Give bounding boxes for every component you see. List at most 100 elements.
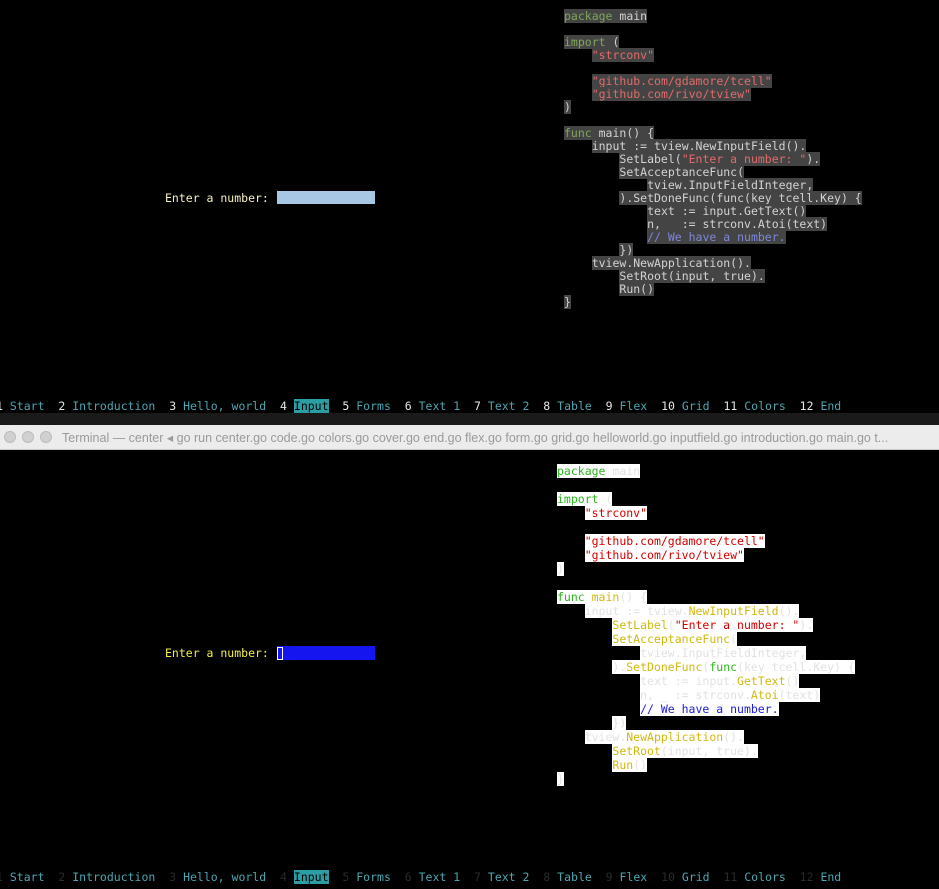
tab-number: 3 bbox=[169, 399, 177, 413]
tab-forms[interactable]: 5 Forms bbox=[342, 399, 391, 413]
code-line: ).SetDoneFunc(func(key tcell.Key) { bbox=[557, 660, 855, 674]
code-token: n, _ := strconv. bbox=[640, 688, 751, 702]
number-input-field[interactable] bbox=[277, 646, 375, 660]
tab-label: Input bbox=[293, 399, 329, 413]
code-token: import bbox=[564, 35, 606, 49]
code-token: ( bbox=[598, 492, 613, 506]
tab-table[interactable]: 8 Table bbox=[543, 399, 592, 413]
code-listing: package main import ( "strconv" "github.c… bbox=[564, 9, 862, 309]
code-line: import ( bbox=[557, 492, 855, 506]
tab-text-1[interactable]: 6 Text 1 bbox=[405, 870, 460, 884]
tab-number: 6 bbox=[404, 399, 412, 413]
code-line: SetLabel("Enter a number: "). bbox=[557, 618, 855, 632]
code-token: // We have a number. bbox=[647, 230, 786, 244]
tab-label: Hello, world bbox=[183, 399, 267, 413]
code-line: tview.NewApplication(). bbox=[557, 730, 855, 744]
code-token: ) bbox=[557, 562, 564, 576]
tab-label: Table bbox=[557, 399, 592, 413]
code-token: main bbox=[612, 9, 648, 23]
tab-start[interactable]: 1 Start bbox=[0, 399, 45, 413]
tab-grid[interactable]: 10 Grid bbox=[661, 870, 710, 884]
code-line: package main bbox=[557, 464, 855, 478]
code-line: // We have a number. bbox=[557, 702, 855, 716]
tab-colors[interactable]: 11 Colors bbox=[723, 870, 785, 884]
tab-input[interactable]: 4 Input bbox=[280, 399, 329, 413]
tab-end[interactable]: 12 End bbox=[800, 399, 842, 413]
pane-divider bbox=[0, 413, 939, 425]
code-line: "github.com/gdamore/tcell" bbox=[557, 534, 855, 548]
tab-introduction[interactable]: 2 Introduction bbox=[58, 399, 155, 413]
minimize-window-button[interactable] bbox=[22, 431, 34, 443]
tab-label: Text 1 bbox=[418, 870, 461, 884]
code-token: "github.com/rivo/tview" bbox=[591, 87, 751, 101]
tab-number: 4 bbox=[280, 870, 287, 884]
code-line: } bbox=[564, 295, 862, 309]
tab-input[interactable]: 4 Input bbox=[280, 870, 329, 884]
input-field-label: Enter a number: bbox=[165, 646, 276, 660]
tab-number: 10 bbox=[661, 870, 675, 884]
tab-label: Hello, world bbox=[183, 870, 267, 884]
code-token: () bbox=[785, 674, 800, 688]
presentation-pane-top: Enter a number: package main import ( "st… bbox=[0, 0, 939, 413]
code-line: "github.com/rivo/tview" bbox=[564, 87, 862, 101]
code-token: (). bbox=[778, 604, 800, 618]
tab-number: 2 bbox=[58, 399, 66, 413]
code-token: NewInputField bbox=[688, 604, 779, 618]
tab-end[interactable]: 12 End bbox=[800, 870, 842, 884]
slide-tab-bar: 1 Start 2 Introduction 3 Hello, world 4 … bbox=[0, 870, 841, 884]
close-window-button[interactable] bbox=[4, 431, 16, 443]
tab-grid[interactable]: 10 Grid bbox=[661, 399, 710, 413]
tab-label: Flex bbox=[619, 870, 648, 884]
tab-forms[interactable]: 5 Forms bbox=[342, 870, 391, 884]
code-token: (key tcell.Key) { bbox=[737, 660, 855, 674]
tab-text-1[interactable]: 6 Text 1 bbox=[405, 399, 460, 413]
tab-table[interactable]: 8 Table bbox=[543, 870, 592, 884]
tab-label: Input bbox=[293, 870, 329, 884]
code-token: // We have a number. bbox=[640, 702, 779, 716]
zoom-window-button[interactable] bbox=[40, 431, 52, 443]
tab-text-2[interactable]: 7 Text 2 bbox=[474, 870, 529, 884]
tab-introduction[interactable]: 2 Introduction bbox=[58, 870, 155, 884]
tab-label: Forms bbox=[356, 399, 391, 413]
code-line: Run() bbox=[557, 758, 855, 772]
code-token: package bbox=[557, 464, 606, 478]
code-line: tview.InputFieldInteger, bbox=[557, 646, 855, 660]
tab-number: 1 bbox=[0, 870, 3, 884]
code-token: main bbox=[584, 590, 620, 604]
tab-colors[interactable]: 11 Colors bbox=[723, 399, 785, 413]
tab-text-2[interactable]: 7 Text 2 bbox=[474, 399, 529, 413]
tab-hello-world[interactable]: 3 Hello, world bbox=[169, 870, 266, 884]
tab-start[interactable]: 1 Start bbox=[0, 870, 45, 884]
tab-flex[interactable]: 9 Flex bbox=[606, 399, 648, 413]
tab-flex[interactable]: 9 Flex bbox=[606, 870, 648, 884]
code-token: (text) bbox=[778, 688, 821, 702]
tab-hello-world[interactable]: 3 Hello, world bbox=[169, 399, 266, 413]
number-input-field[interactable] bbox=[277, 191, 375, 204]
tab-number: 1 bbox=[0, 399, 3, 413]
code-token: main() { bbox=[591, 126, 655, 140]
code-token: ).SetDoneFunc(func(key tcell.Key) { bbox=[619, 191, 862, 205]
tab-number: 12 bbox=[799, 399, 814, 413]
code-token: Atoi bbox=[750, 688, 779, 702]
code-line: }) bbox=[557, 716, 855, 730]
code-token: SetLabel bbox=[612, 618, 668, 632]
code-token: Run() bbox=[619, 282, 655, 296]
code-line: package main bbox=[564, 9, 862, 23]
code-token: (). bbox=[723, 730, 744, 744]
tab-label: End bbox=[820, 399, 842, 413]
tab-label: Start bbox=[9, 399, 45, 413]
code-token: "github.com/gdamore/tcell" bbox=[584, 534, 765, 548]
code-token: ( bbox=[605, 35, 620, 49]
